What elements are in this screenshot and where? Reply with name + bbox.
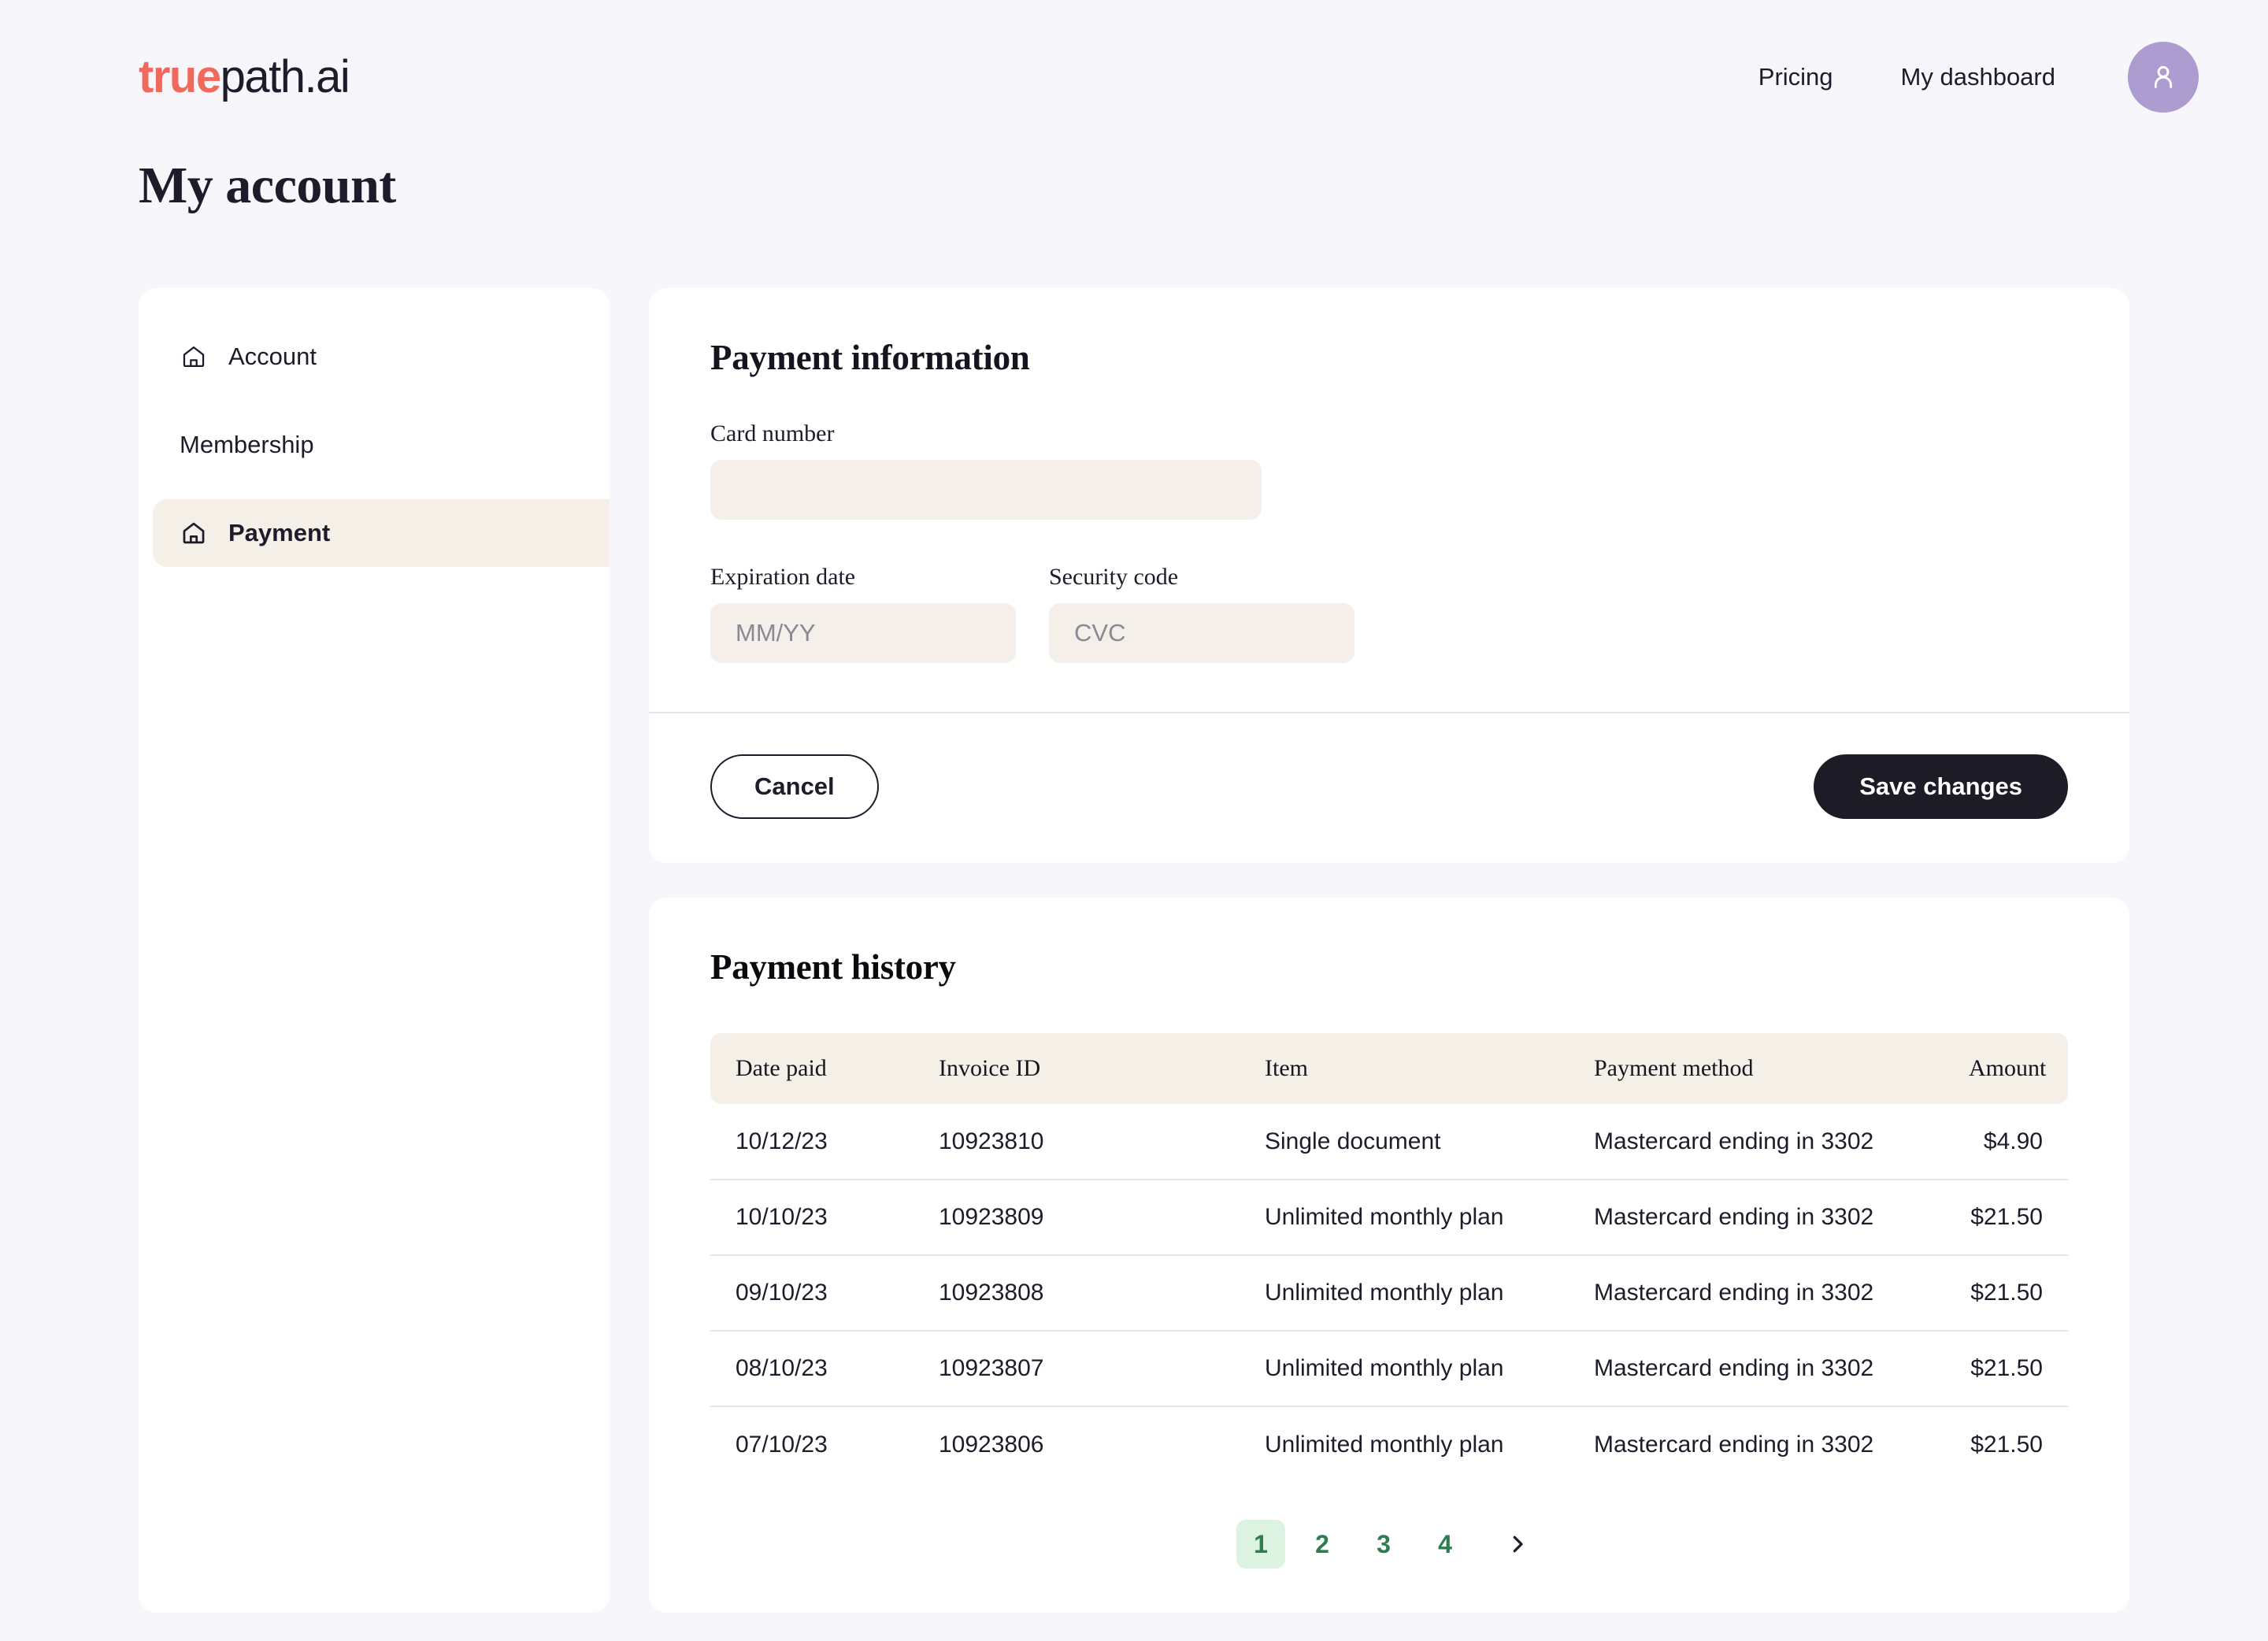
table-row[interactable]: 08/10/23 10923807 Unlimited monthly plan… — [710, 1331, 2068, 1407]
table-row[interactable]: 10/12/23 10923810 Single document Master… — [710, 1104, 2068, 1180]
security-code-label: Security code — [1049, 564, 1179, 590]
pagination-page-4[interactable]: 4 — [1421, 1520, 1469, 1569]
home-icon — [180, 519, 208, 547]
avatar[interactable] — [2128, 42, 2199, 113]
payment-form: Payment information Card number Expirati… — [649, 288, 2129, 712]
nav-link-pricing[interactable]: Pricing — [1758, 52, 1833, 102]
cell-date-paid: 09/10/23 — [710, 1255, 914, 1332]
pagination-page-2[interactable]: 2 — [1298, 1520, 1347, 1569]
column-header-payment-method: Payment method — [1569, 1033, 1969, 1104]
expiration-field-group: Expiration date — [710, 564, 1016, 663]
cell-payment-method: Mastercard ending in 3302 — [1569, 1255, 1969, 1332]
cell-amount: $21.50 — [1969, 1180, 2068, 1256]
expiration-date-label: Expiration date — [710, 564, 856, 590]
settings-sidebar: Account Membership Payment — [139, 288, 610, 1613]
sidebar-item-label: Account — [228, 343, 317, 370]
cell-payment-method: Mastercard ending in 3302 — [1594, 1431, 1874, 1458]
save-changes-button[interactable]: Save changes — [1814, 754, 2068, 819]
cell-invoice-id: 10923808 — [914, 1255, 1240, 1332]
cell-invoice-id: 10923810 — [914, 1104, 1240, 1180]
main-column: Payment information Card number Expirati… — [649, 288, 2129, 1613]
cell-invoice-id: 10923806 — [939, 1431, 1044, 1458]
pagination-page-3[interactable]: 3 — [1359, 1520, 1408, 1569]
column-header-amount: Amount — [1969, 1033, 2068, 1104]
payment-history-card: Payment history Date paid Invoice ID Ite… — [649, 898, 2129, 1613]
cell-item: Unlimited monthly plan — [1240, 1255, 1569, 1332]
app-root: truepath.ai Pricing My dashboard My acco… — [0, 0, 2268, 1641]
security-code-input[interactable] — [1049, 603, 1354, 663]
payment-information-card: Payment information Card number Expirati… — [649, 288, 2129, 863]
cell-amount: $4.90 — [1969, 1104, 2068, 1180]
cell-amount: $21.50 — [1969, 1255, 2068, 1332]
cell-item: Unlimited monthly plan — [1240, 1180, 1569, 1256]
card-number-input[interactable] — [710, 460, 1262, 520]
page-title: My account — [139, 157, 396, 214]
main-nav: Pricing My dashboard — [1758, 42, 2199, 113]
column-header-item: Item — [1240, 1033, 1569, 1104]
user-icon — [2154, 65, 2173, 88]
cancel-button[interactable]: Cancel — [710, 754, 879, 819]
cell-invoice-id: 10923807 — [914, 1331, 1240, 1407]
cell-payment-method: Mastercard ending in 3302 — [1569, 1331, 1969, 1407]
cell-amount: $21.50 — [1969, 1331, 2068, 1407]
table-row[interactable]: 09/10/23 10923808 Unlimited monthly plan… — [710, 1255, 2068, 1332]
cell-item: Unlimited monthly plan — [1240, 1331, 1569, 1407]
payment-history-table: Date paid Invoice ID Item Payment method… — [710, 1033, 2068, 1482]
column-header-invoice-id: Invoice ID — [914, 1033, 1240, 1104]
page-content: Account Membership Payment Payment infor… — [139, 288, 2129, 1613]
brand-logo-accent: true — [139, 51, 221, 102]
sidebar-item-account[interactable]: Account — [153, 323, 610, 391]
sidebar-item-membership[interactable]: Membership — [153, 411, 610, 479]
cell-date-paid: 08/10/23 — [710, 1331, 914, 1407]
card-number-field-group: Card number — [710, 420, 2068, 520]
table-header: Date paid Invoice ID Item Payment method… — [710, 1033, 2068, 1104]
cell-amount: $21.50 — [1970, 1431, 2043, 1458]
payment-history-body: Payment history Date paid Invoice ID Ite… — [649, 898, 2129, 1613]
security-code-field-group: Security code — [1049, 564, 1354, 663]
cell-payment-method: Mastercard ending in 3302 — [1569, 1180, 1969, 1256]
home-icon — [180, 343, 208, 371]
payment-history-title: Payment history — [710, 947, 956, 987]
table-row[interactable]: 07/10/23 10923806 Unlimited monthly plan… — [710, 1406, 2068, 1482]
payment-form-actions: Cancel Save changes — [649, 713, 2129, 863]
cell-invoice-id: 10923809 — [914, 1180, 1240, 1256]
pagination-next-button[interactable] — [1493, 1520, 1542, 1569]
site-header: truepath.ai Pricing My dashboard — [0, 0, 2268, 154]
payment-information-title: Payment information — [710, 338, 1030, 377]
expiration-date-input[interactable] — [710, 603, 1016, 663]
table-header-row: Date paid Invoice ID Item Payment method… — [710, 1033, 2068, 1104]
brand-logo-rest: path.ai — [220, 51, 350, 102]
chevron-right-icon — [1513, 1535, 1523, 1553]
cell-payment-method: Mastercard ending in 3302 — [1569, 1104, 1969, 1180]
cell-date-paid: 10/12/23 — [710, 1104, 914, 1180]
sidebar-item-label: Membership — [180, 431, 314, 458]
brand-logo[interactable]: truepath.ai — [139, 51, 350, 102]
card-number-label: Card number — [710, 420, 835, 446]
table-row[interactable]: 10/10/23 10923809 Unlimited monthly plan… — [710, 1180, 2068, 1256]
pagination-page-1[interactable]: 1 — [1236, 1520, 1285, 1569]
cell-item: Single document — [1240, 1104, 1569, 1180]
cell-item: Unlimited monthly plan — [1265, 1431, 1504, 1458]
pagination: 1 2 3 4 — [710, 1520, 2068, 1569]
card-extra-fields-row: Expiration date Security code — [710, 564, 2068, 663]
nav-link-dashboard[interactable]: My dashboard — [1901, 52, 2055, 102]
table-body: 10/12/23 10923810 Single document Master… — [710, 1104, 2068, 1482]
column-header-date-paid: Date paid — [710, 1033, 914, 1104]
sidebar-item-label: Payment — [228, 519, 331, 546]
cell-date-paid: 10/10/23 — [710, 1180, 914, 1256]
sidebar-item-payment[interactable]: Payment — [153, 499, 610, 567]
cell-date-paid: 07/10/23 — [736, 1431, 828, 1458]
